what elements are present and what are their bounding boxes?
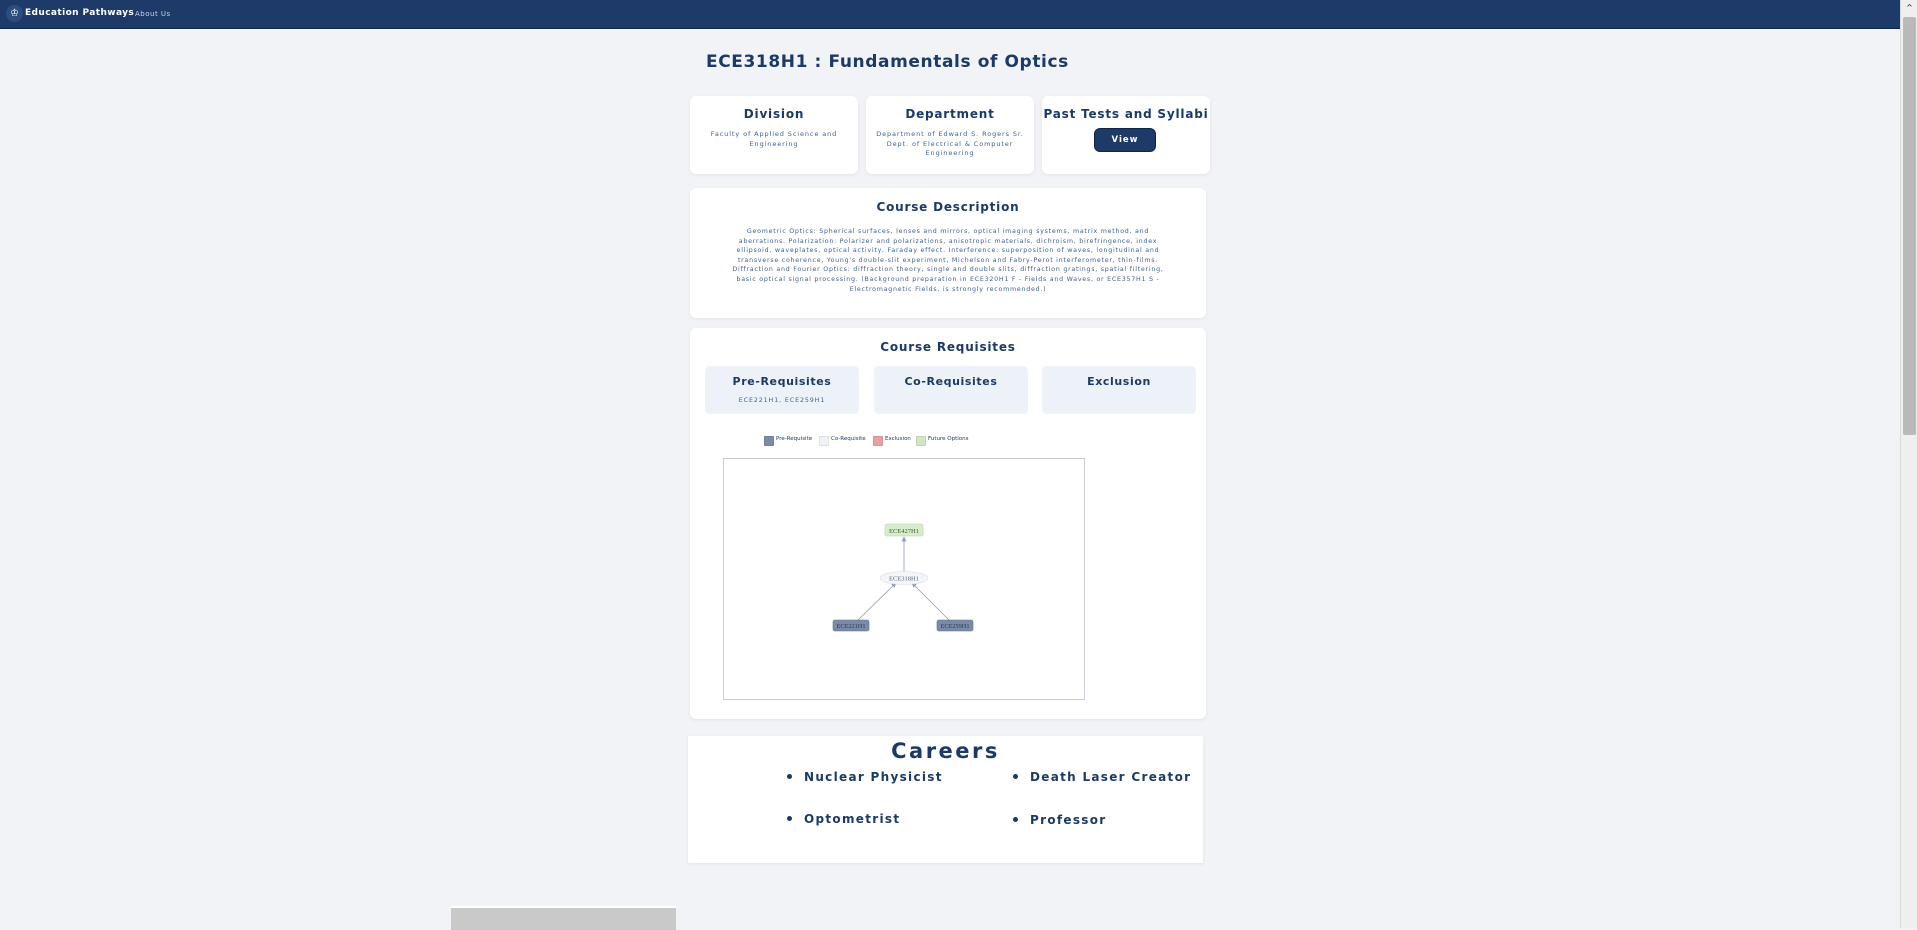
brand-link[interactable]: Education Pathways bbox=[25, 8, 134, 18]
exclusion-box: Exclusion bbox=[1042, 366, 1196, 414]
career-label: Optometrist bbox=[804, 812, 901, 826]
division-card: Division Faculty of Applied Science and … bbox=[690, 96, 858, 174]
prerequisites-box: Pre-Requisites ECE221H1, ECE259H1 bbox=[705, 366, 859, 414]
career-label: Nuclear Physicist bbox=[804, 770, 943, 784]
graph-node-course[interactable]: ECE318H1 bbox=[879, 571, 929, 585]
department-value: Department of Edward S. Rogers Sr. Dept.… bbox=[876, 130, 1024, 157]
past-tests-card: Past Tests and Syllabi View bbox=[1042, 96, 1210, 174]
career-label: Professor bbox=[1030, 813, 1107, 827]
legend-swatch-prerequisite bbox=[764, 436, 774, 446]
graph-node-prereq-b-label: ECE259H1 bbox=[940, 623, 969, 630]
department-card: Department Department of Edward S. Roger… bbox=[866, 96, 1034, 174]
division-heading: Division bbox=[743, 107, 805, 121]
career-label: Death Laser Creator bbox=[1030, 770, 1192, 784]
footer-placeholder bbox=[451, 906, 676, 930]
description-heading: Course Description bbox=[876, 200, 1020, 214]
bullet-icon bbox=[787, 816, 792, 821]
graph-node-prereq-b[interactable]: ECE259H1 bbox=[936, 619, 974, 632]
careers-heading: Careers bbox=[891, 739, 1000, 763]
bullet-icon bbox=[787, 774, 792, 779]
careers-card: Careers Nuclear Physicist Death Laser Cr… bbox=[688, 736, 1203, 863]
bullet-icon bbox=[1013, 774, 1018, 779]
course-graph[interactable]: ECE427H1 ECE318H1 ECE221H1 ECE259H1 bbox=[723, 458, 1085, 700]
requisites-heading: Course Requisites bbox=[880, 340, 1016, 354]
department-heading: Department bbox=[905, 107, 995, 121]
course-title: ECE318H1 : Fundamentals of Optics bbox=[706, 52, 1069, 72]
course-requisites-card: Course Requisites Pre-Requisites ECE221H… bbox=[690, 328, 1206, 719]
legend-swatch-corequisite bbox=[819, 436, 829, 446]
legend-label-prerequisite: Pre-Requisite bbox=[776, 436, 813, 442]
edge-prereq-a-to-course bbox=[856, 582, 897, 622]
legend-label-future-options: Future Options bbox=[928, 436, 969, 442]
bullet-icon bbox=[1013, 817, 1018, 822]
prerequisites-heading: Pre-Requisites bbox=[732, 375, 832, 388]
chevron-up-icon[interactable]: ⌃ bbox=[1901, 0, 1917, 17]
scrollbar-thumb[interactable] bbox=[1903, 17, 1916, 435]
division-value: Faculty of Applied Science and Engineeri… bbox=[710, 130, 838, 148]
exclusion-heading: Exclusion bbox=[1087, 375, 1151, 388]
corequisites-heading: Co-Requisites bbox=[904, 375, 998, 388]
course-graph-svg[interactable]: ECE427H1 ECE318H1 ECE221H1 ECE259H1 bbox=[724, 459, 1084, 699]
view-button[interactable]: View bbox=[1094, 128, 1156, 152]
university-crest-icon[interactable]: ♔ bbox=[6, 5, 23, 22]
about-us-link[interactable]: About Us bbox=[135, 10, 171, 18]
top-navbar: ♔ Education Pathways About Us bbox=[0, 0, 1917, 29]
legend-label-exclusion: Exclusion bbox=[885, 436, 911, 442]
legend-swatch-future-options bbox=[916, 436, 926, 446]
graph-node-future[interactable]: ECE427H1 bbox=[884, 523, 924, 537]
graph-node-prereq-a-label: ECE221H1 bbox=[836, 623, 865, 630]
graph-node-prereq-a[interactable]: ECE221H1 bbox=[832, 619, 870, 632]
description-text: Geometric Optics: Spherical surfaces, le… bbox=[732, 228, 1164, 293]
page-scrollbar[interactable]: ⌃ bbox=[1900, 0, 1917, 928]
graph-node-future-label: ECE427H1 bbox=[889, 528, 919, 535]
graph-legend: Pre-Requisite Co-Requisite Exclusion Fut… bbox=[764, 435, 984, 446]
edge-prereq-b-to-course bbox=[911, 582, 951, 622]
course-description-card: Course Description Geometric Optics: Sph… bbox=[690, 188, 1206, 318]
corequisites-box: Co-Requisites bbox=[874, 366, 1028, 414]
legend-swatch-exclusion bbox=[873, 436, 883, 446]
graph-node-course-label: ECE318H1 bbox=[889, 576, 919, 583]
legend-label-corequisite: Co-Requisite bbox=[831, 436, 866, 442]
prerequisites-value: ECE221H1, ECE259H1 bbox=[738, 397, 826, 404]
past-tests-heading: Past Tests and Syllabi bbox=[1043, 107, 1209, 121]
